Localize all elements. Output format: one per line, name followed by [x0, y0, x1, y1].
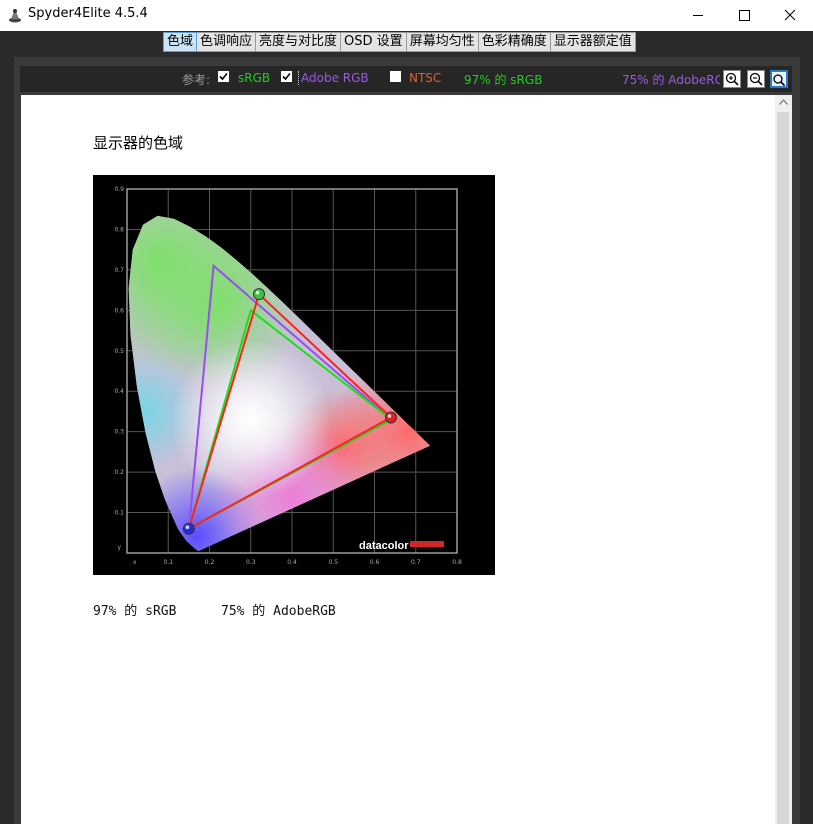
- zoom-in-button[interactable]: [723, 70, 741, 88]
- adobe-result: 75% 的 AdobeRGB: [221, 604, 336, 619]
- adobe-coverage: 75% 的 AdobeRGB: [622, 73, 733, 87]
- x-tick-label: 0.7: [411, 559, 421, 566]
- close-button[interactable]: [767, 0, 813, 31]
- adobe-rgb-label: Adobe RGB: [298, 71, 369, 85]
- y-tick-label: 0.5: [114, 348, 124, 355]
- srgb-label: sRGB: [238, 71, 271, 85]
- cie-chart-svg: 0.1 0.2 0.3 0.4 0.5 0.6 0.7 0.8 0.1 0.2 0.3 0.4 0.5 0…: [114, 186, 462, 566]
- y-tick-label: 0.7: [114, 267, 124, 274]
- datacolor-logo: datacolor: [359, 540, 444, 552]
- magnifier-icon: [773, 74, 786, 87]
- zoom-in-icon: [725, 72, 739, 86]
- x-tick-label: 0.6: [370, 559, 380, 566]
- x-tick-label: 0.8: [452, 559, 462, 566]
- window-title: Spyder4Elite 4.5.4: [28, 6, 148, 21]
- gamut-chart: 0.1 0.2 0.3 0.4 0.5 0.6 0.7 0.8 0.1 0.2 0.3 0.4 0.5 0…: [93, 175, 495, 575]
- watermark-logo-icon: [649, 785, 673, 809]
- x-axis-label: x: [133, 559, 137, 566]
- blue-primary-marker: [182, 522, 195, 535]
- close-icon: [784, 9, 796, 21]
- ntsc-checkbox[interactable]: [390, 71, 401, 82]
- tab-display-rating[interactable]: 显示器额定值: [550, 32, 636, 52]
- x-tick-label: 0.1: [163, 559, 173, 566]
- report-tabs: 色域 色调响应 亮度与对比度 OSD 设置 屏幕均匀性 色彩精确度 显示器额定值: [163, 31, 636, 52]
- scroll-up-arrow-icon[interactable]: [779, 99, 788, 105]
- watermark: [648, 784, 674, 810]
- y-tick-label: 0.2: [114, 469, 124, 476]
- reference-label: 参考:: [182, 73, 211, 87]
- maximize-icon: [739, 10, 750, 21]
- tab-screen-uniformity[interactable]: 屏幕均匀性: [406, 32, 479, 52]
- x-tick-label: 0.4: [287, 559, 297, 566]
- y-tick-label: 0.4: [114, 388, 124, 395]
- y-tick-label: 0.1: [114, 510, 124, 517]
- green-primary-marker: [253, 288, 265, 301]
- check-icon: [219, 72, 228, 81]
- tab-brightness-contrast[interactable]: 亮度与对比度: [256, 32, 342, 52]
- tab-gamut[interactable]: 色域: [163, 32, 198, 52]
- srgb-checkbox[interactable]: [218, 71, 229, 82]
- srgb-coverage: 97% 的 sRGB: [464, 73, 543, 87]
- zoom-fit-button[interactable]: [770, 70, 788, 88]
- zoom-out-button[interactable]: [747, 70, 765, 88]
- tab-osd-settings[interactable]: OSD 设置: [341, 32, 407, 52]
- zoom-out-icon: [749, 72, 763, 86]
- reference-toolbar: 参考: sRGB Adobe RGB NTSC 97% 的 sRGB 75% 的…: [20, 66, 792, 92]
- y-tick-label: 0.9: [114, 186, 124, 193]
- ntsc-label: NTSC: [409, 71, 442, 85]
- app-logo-icon: [9, 9, 21, 23]
- adobe-rgb-checkbox[interactable]: [281, 71, 292, 82]
- brand-text: datacolor: [359, 540, 409, 552]
- maximize-button[interactable]: [721, 0, 767, 31]
- minimize-icon: [693, 15, 703, 16]
- title-bar: Spyder4Elite 4.5.4: [0, 0, 813, 31]
- minimize-button[interactable]: [675, 0, 721, 31]
- tab-tone-response[interactable]: 色调响应: [197, 32, 257, 52]
- x-tick-label: 0.2: [205, 559, 215, 566]
- y-tick-label: 0.3: [114, 429, 124, 436]
- y-axis-label: y: [117, 544, 121, 551]
- scrollbar-thumb[interactable]: [777, 112, 789, 824]
- y-tick-label: 0.8: [114, 226, 124, 233]
- tab-color-accuracy[interactable]: 色彩精确度: [478, 32, 551, 52]
- srgb-result: 97% 的 sRGB: [93, 604, 177, 619]
- page-title: 显示器的色域: [93, 134, 184, 152]
- brand-bar: [410, 541, 444, 547]
- x-tick-label: 0.3: [246, 559, 256, 566]
- x-tick-label: 0.5: [328, 559, 338, 566]
- red-primary-marker: [385, 411, 397, 424]
- y-tick-label: 0.6: [114, 307, 124, 314]
- check-icon: [282, 72, 291, 81]
